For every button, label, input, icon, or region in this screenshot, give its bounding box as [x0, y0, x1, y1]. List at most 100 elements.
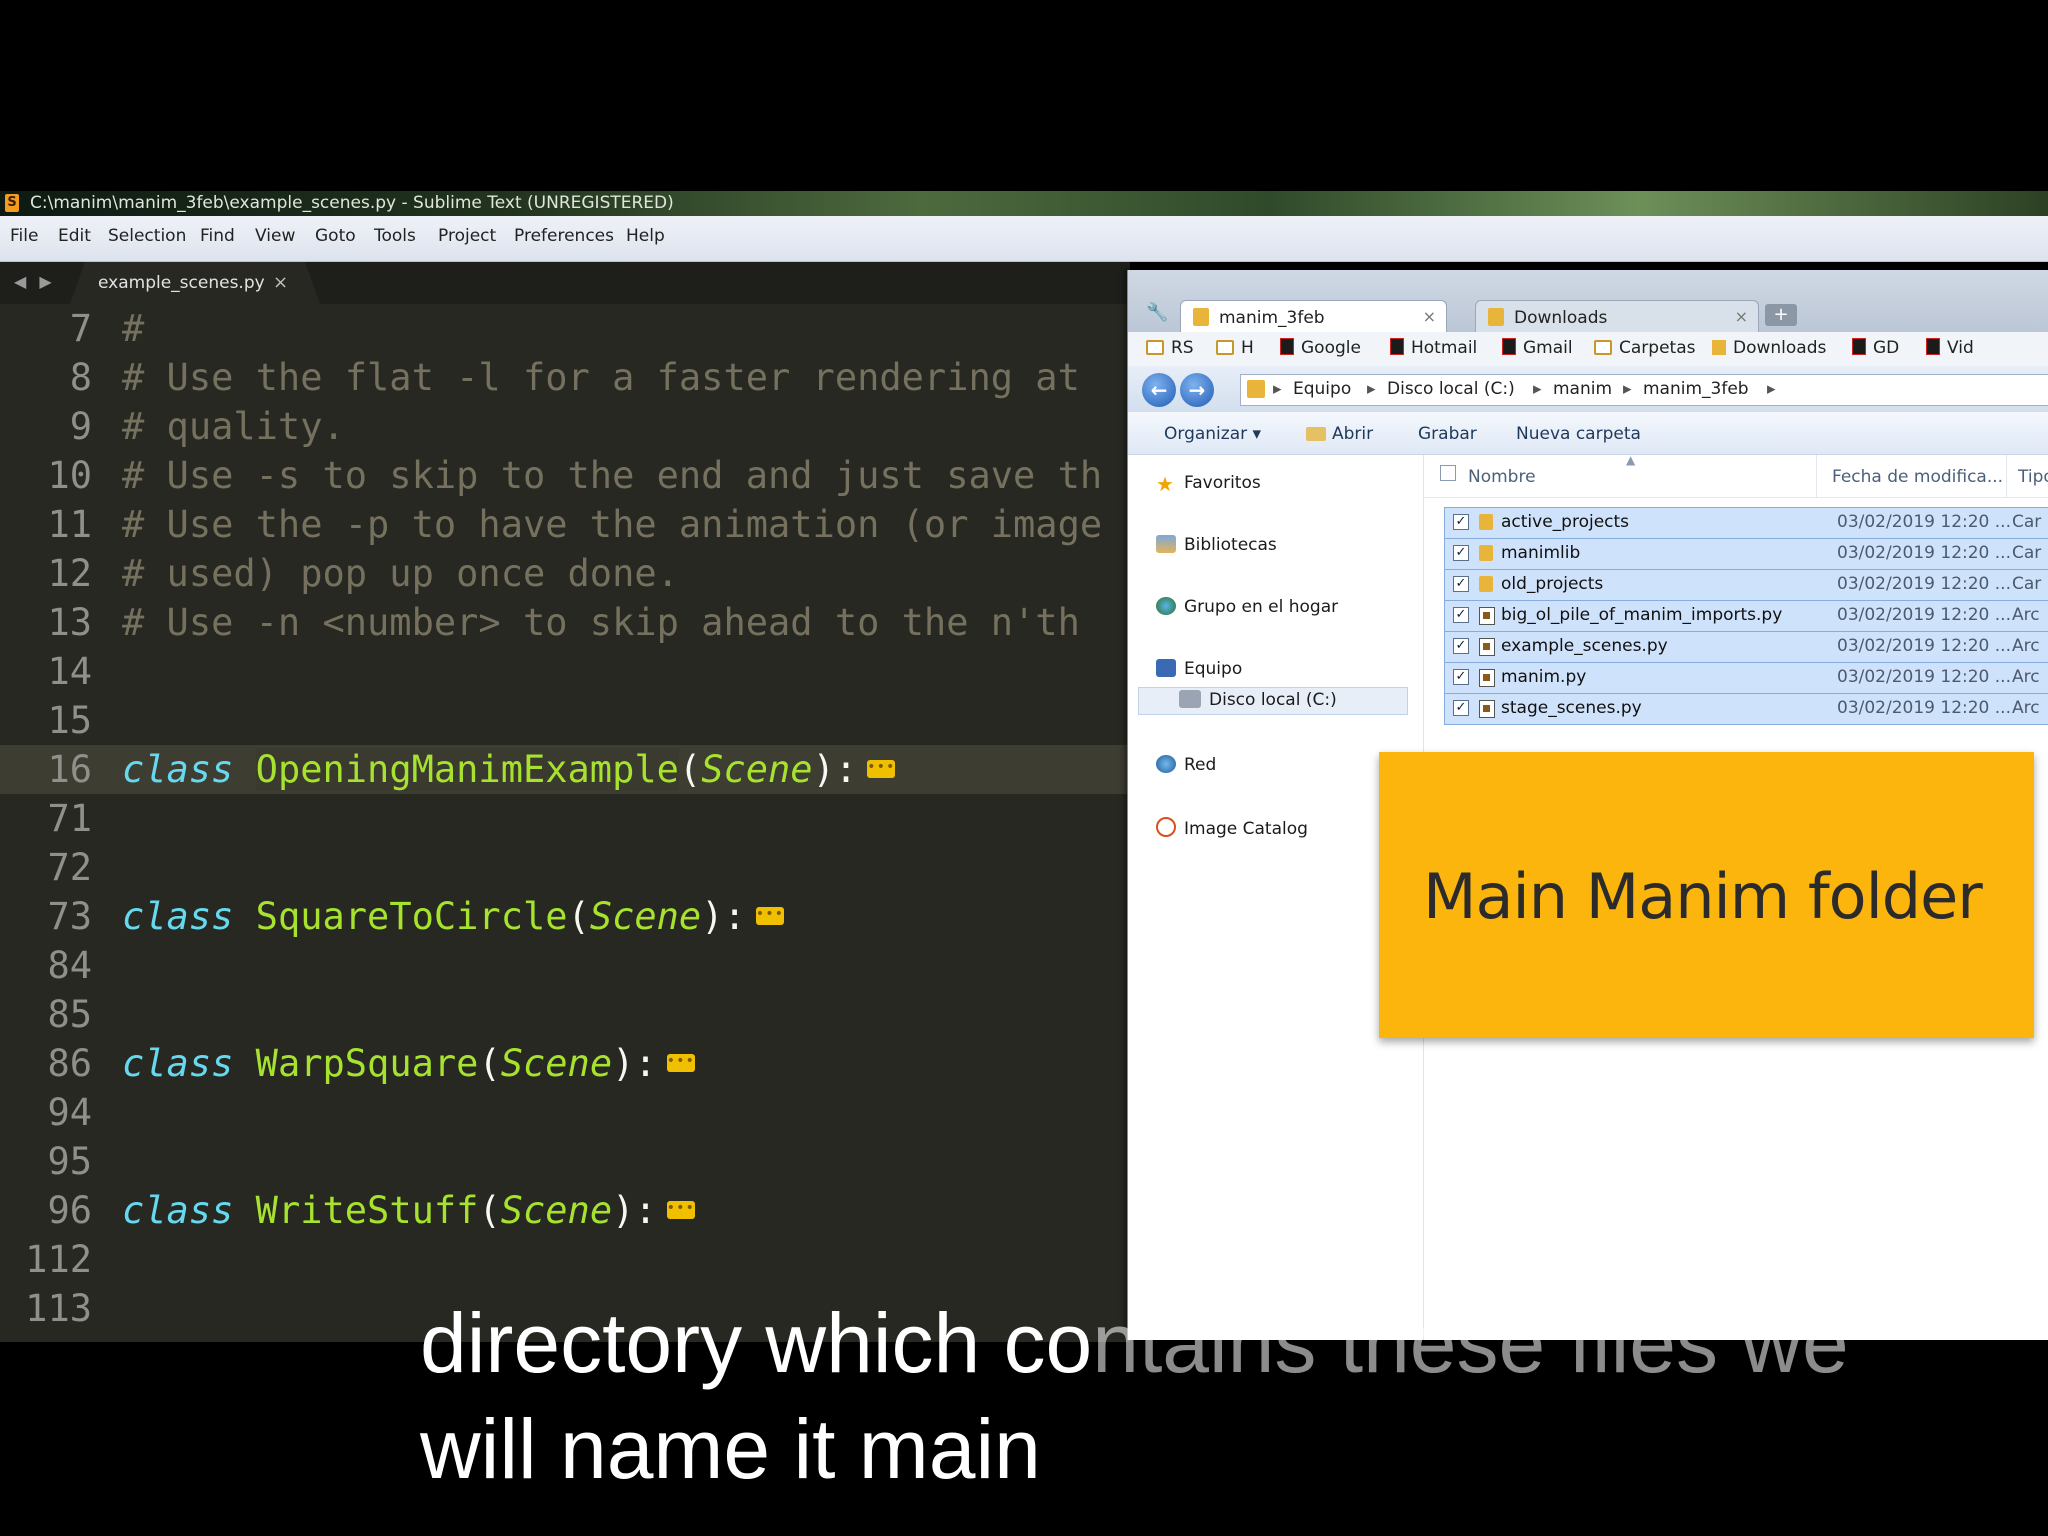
back-arrow-icon[interactable]: ←: [1142, 373, 1176, 407]
file-row[interactable]: ✓ example_scenes.py 03/02/2019 12:20 ...…: [1444, 631, 2048, 663]
nav-equipo[interactable]: Equipo: [1156, 659, 1242, 679]
open-button[interactable]: Abrir: [1306, 424, 1373, 444]
folder-icon: [1479, 514, 1493, 530]
row-checkbox[interactable]: ✓: [1453, 700, 1469, 716]
menu-help[interactable]: Help: [626, 226, 665, 246]
file-row[interactable]: ✓ stage_scenes.py 03/02/2019 12:20 ... A…: [1444, 693, 2048, 725]
close-tab-icon[interactable]: ×: [1735, 307, 1748, 326]
nav-favoritos[interactable]: ★ Favoritos: [1156, 473, 1261, 494]
close-tab-icon[interactable]: ×: [1423, 307, 1436, 326]
code-line: 85: [0, 990, 1130, 1039]
row-checkbox[interactable]: ✓: [1453, 545, 1469, 561]
bookmark-gd[interactable]: GD: [1852, 338, 1899, 358]
menu-goto[interactable]: Goto: [315, 226, 356, 246]
new-folder-button[interactable]: Nueva carpeta: [1516, 424, 1641, 444]
bookmark-label: Hotmail: [1411, 338, 1478, 358]
nav-grupo-hogar[interactable]: Grupo en el hogar: [1156, 597, 1338, 617]
class-name: OpeningManimExample: [255, 748, 679, 791]
bookmark-rs[interactable]: RS: [1146, 338, 1194, 358]
breadcrumb-disco-local[interactable]: Disco local (C:): [1387, 379, 1515, 399]
bookmark-carpetas[interactable]: Carpetas: [1594, 338, 1695, 358]
row-checkbox[interactable]: ✓: [1453, 514, 1469, 530]
line-number: 16: [47, 748, 92, 791]
breadcrumb-equipo[interactable]: Equipo: [1293, 379, 1351, 399]
file-date: 03/02/2019 12:20 ...: [1837, 636, 2011, 656]
tab-nav-arrows-icon[interactable]: ◀ ▶: [14, 272, 56, 291]
paren-close: ):: [812, 748, 858, 791]
chevron-right-icon: ▸: [1767, 379, 1776, 399]
keyword-class: class: [122, 895, 234, 938]
menu-view[interactable]: View: [255, 226, 295, 246]
code-comment: # Use -s to skip to the end and just sav…: [122, 454, 1103, 497]
file-row[interactable]: ✓ old_projects 03/02/2019 12:20 ... Car: [1444, 569, 2048, 601]
new-tab-button[interactable]: +: [1765, 304, 1797, 326]
code-line: 112: [0, 1235, 1130, 1284]
code-line: 8 # Use the flat -l for a faster renderi…: [0, 353, 1130, 402]
select-all-checkbox[interactable]: [1440, 465, 1456, 481]
menu-project[interactable]: Project: [438, 226, 496, 246]
bookmark-vid[interactable]: Vid: [1926, 338, 1974, 358]
row-checkbox[interactable]: ✓: [1453, 576, 1469, 592]
menu-selection[interactable]: Selection: [108, 226, 186, 246]
column-nombre[interactable]: Nombre: [1468, 467, 1536, 487]
row-checkbox[interactable]: ✓: [1453, 607, 1469, 623]
bookmark-gmail[interactable]: Gmail: [1502, 338, 1573, 358]
row-checkbox[interactable]: ✓: [1453, 638, 1469, 654]
menu-edit[interactable]: Edit: [58, 226, 91, 246]
path-field[interactable]: ▸ Equipo ▸ Disco local (C:) ▸ manim ▸ ma…: [1240, 374, 2048, 406]
code-comment: # Use the flat -l for a faster rendering…: [122, 356, 1080, 399]
callout-text: Main Manim folder: [1423, 860, 1983, 933]
code-line: 71: [0, 794, 1130, 843]
fold-marker-icon[interactable]: •••: [755, 906, 784, 925]
bookmark-downloads[interactable]: Downloads: [1712, 338, 1826, 358]
column-fecha[interactable]: Fecha de modifica...: [1832, 467, 2003, 487]
nav-label: Grupo en el hogar: [1184, 597, 1339, 617]
nav-disco-local[interactable]: Disco local (C:): [1138, 687, 1408, 715]
file-row[interactable]: ✓ manim.py 03/02/2019 12:20 ... Arc: [1444, 662, 2048, 694]
bookmark-label: Carpetas: [1619, 338, 1696, 358]
command-bar: Organizar ▾ Abrir Grabar Nueva carpeta: [1128, 412, 2048, 455]
line-number: 15: [47, 699, 92, 742]
menu-file[interactable]: File: [10, 226, 38, 246]
column-tipo[interactable]: Tipo: [2018, 467, 2048, 487]
menu-tools[interactable]: Tools: [374, 226, 416, 246]
bookmark-label: Vid: [1947, 338, 1974, 358]
burn-button[interactable]: Grabar: [1418, 424, 1477, 444]
line-number: 85: [47, 993, 92, 1036]
wrench-icon[interactable]: 🔧: [1146, 302, 1168, 323]
drive-icon: [1179, 690, 1201, 708]
breadcrumb-manim-3feb[interactable]: manim_3feb: [1643, 379, 1749, 399]
code-editor[interactable]: ◀ ▶ example_scenes.py × 7 # 8 # Use the …: [0, 262, 1130, 1342]
file-row[interactable]: ✓ active_projects 03/02/2019 12:20 ... C…: [1444, 507, 2048, 539]
line-number: 13: [47, 601, 92, 644]
open-label: Abrir: [1332, 424, 1374, 444]
explorer-tab-strip: 🔧 manim_3feb × Downloads × +: [1128, 270, 2048, 335]
organize-button[interactable]: Organizar ▾: [1164, 424, 1261, 444]
editor-tab-example-scenes[interactable]: example_scenes.py ×: [70, 262, 320, 304]
bookmark-hotmail[interactable]: Hotmail: [1390, 338, 1477, 358]
tab-label: Downloads: [1514, 308, 1608, 328]
nav-image-catalog[interactable]: Image Catalog: [1156, 817, 1308, 839]
row-checkbox[interactable]: ✓: [1453, 669, 1469, 685]
bookmark-google[interactable]: Google: [1280, 338, 1361, 358]
close-tab-icon[interactable]: ×: [273, 272, 288, 293]
line-number: 84: [47, 944, 92, 987]
file-name: stage_scenes.py: [1501, 698, 1642, 718]
tab-manim-3feb[interactable]: manim_3feb ×: [1180, 300, 1447, 335]
file-row[interactable]: ✓ big_ol_pile_of_manim_imports.py 03/02/…: [1444, 600, 2048, 632]
nav-red[interactable]: Red: [1156, 755, 1216, 775]
keyword-class: class: [122, 748, 234, 791]
nav-bibliotecas[interactable]: Bibliotecas: [1156, 535, 1277, 555]
subtitle-caption: directory which contains these files we …: [420, 1290, 2048, 1502]
menu-find[interactable]: Find: [200, 226, 235, 246]
image-catalog-icon: [1156, 817, 1176, 837]
tab-downloads[interactable]: Downloads ×: [1475, 300, 1759, 335]
bookmark-h[interactable]: H: [1216, 338, 1254, 358]
fold-marker-icon[interactable]: •••: [666, 1200, 695, 1219]
fold-marker-icon[interactable]: •••: [867, 759, 896, 778]
forward-arrow-icon[interactable]: →: [1180, 373, 1214, 407]
file-row[interactable]: ✓ manimlib 03/02/2019 12:20 ... Car: [1444, 538, 2048, 570]
breadcrumb-manim[interactable]: manim: [1553, 379, 1612, 399]
fold-marker-icon[interactable]: •••: [666, 1053, 695, 1072]
menu-preferences[interactable]: Preferences: [514, 226, 614, 246]
